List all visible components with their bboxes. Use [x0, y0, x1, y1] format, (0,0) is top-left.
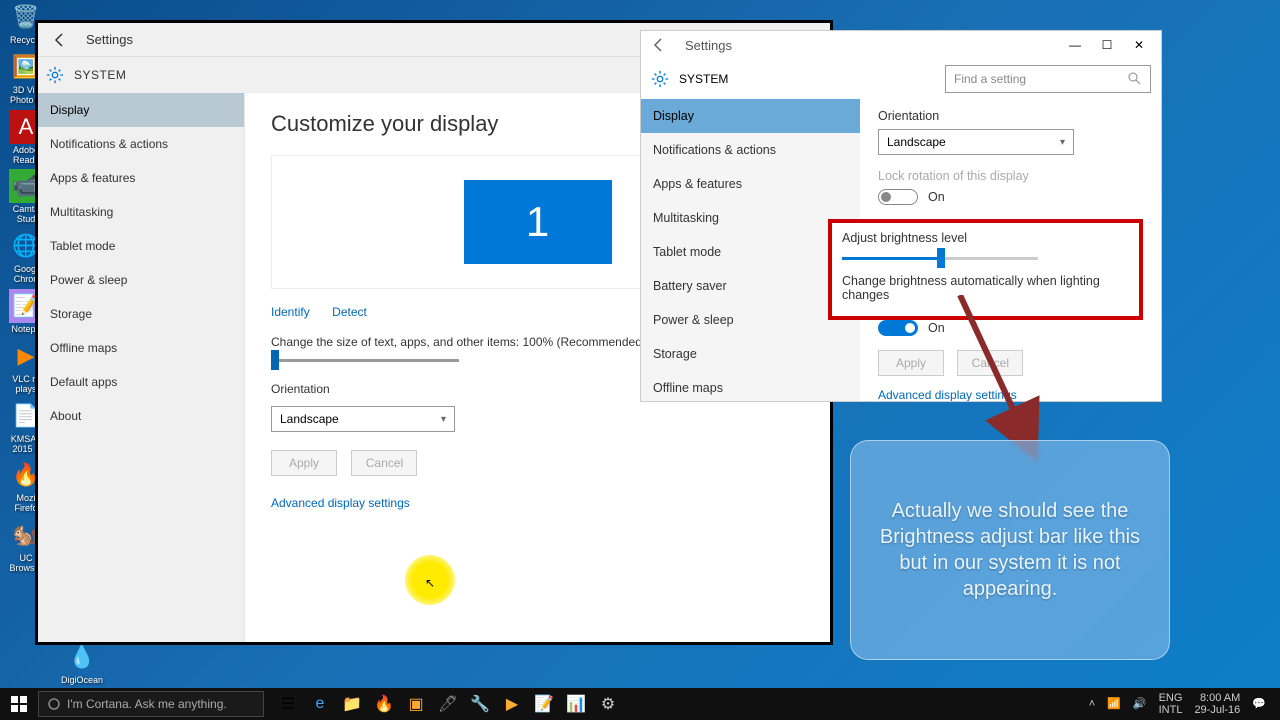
annotation-callout: Actually we should see the Brightness ad…: [850, 440, 1170, 660]
monitor-thumbnail[interactable]: 1: [464, 180, 612, 264]
tray-volume-icon[interactable]: 🔊: [1127, 698, 1153, 710]
slider-thumb[interactable]: [937, 248, 945, 268]
tray-lang-icon[interactable]: ENGINTL: [1153, 692, 1189, 716]
search-icon: [1128, 72, 1142, 86]
sidebar-item-default-apps[interactable]: Default apps: [38, 365, 244, 399]
cursor-icon: ↖: [425, 576, 435, 590]
gear-icon: [651, 70, 669, 88]
advanced-display-link[interactable]: Advanced display settings: [271, 496, 410, 510]
task-view-button[interactable]: ☰: [272, 688, 304, 720]
lock-rotation-toggle[interactable]: [878, 189, 918, 205]
orientation-select[interactable]: Landscape ▾: [878, 129, 1074, 155]
apply-button[interactable]: Apply: [271, 450, 337, 476]
sidebar-item-display[interactable]: Display: [38, 93, 244, 127]
apply-button[interactable]: Apply: [878, 350, 944, 376]
lock-rotation-state: On: [928, 190, 945, 204]
sidebar-item-storage[interactable]: Storage: [641, 337, 860, 371]
orientation-value: Landscape: [280, 412, 339, 426]
maximize-button[interactable]: ☐: [1091, 31, 1123, 59]
system-label: SYSTEM: [679, 72, 728, 86]
search-placeholder: I'm Cortana. Ask me anything.: [67, 697, 227, 711]
close-button[interactable]: ✕: [1123, 31, 1155, 59]
edge-app-icon[interactable]: e: [304, 688, 336, 720]
app-icon[interactable]: 🖊: [432, 688, 464, 720]
sidebar-item-notifications[interactable]: Notifications & actions: [38, 127, 244, 161]
cursor-highlight: ↖: [405, 555, 455, 605]
back-arrow-icon: [52, 32, 68, 48]
cortana-icon: [47, 697, 61, 711]
search-placeholder: Find a setting: [954, 72, 1026, 86]
settings-window-secondary: Settings — ☐ ✕ SYSTEM Find a setting Dis…: [640, 30, 1162, 402]
brightness-label: Adjust brightness level: [842, 231, 1129, 245]
app-icon[interactable]: 🔧: [464, 688, 496, 720]
chevron-down-icon: ▾: [1060, 137, 1065, 148]
back-arrow-icon: [651, 37, 667, 53]
cancel-button[interactable]: Cancel: [351, 450, 417, 476]
orientation-select[interactable]: Landscape ▾: [271, 406, 455, 432]
action-center-icon[interactable]: 💬: [1246, 698, 1272, 710]
sidebar-item-offline-maps[interactable]: Offline maps: [38, 331, 244, 365]
brightness-slider[interactable]: [842, 257, 1038, 260]
sidebar-item-apps[interactable]: Apps & features: [38, 161, 244, 195]
settings-app-icon[interactable]: ⚙: [592, 688, 624, 720]
back-button[interactable]: [647, 33, 671, 57]
app-icon[interactable]: ▶: [496, 688, 528, 720]
sidebar-item-tablet[interactable]: Tablet mode: [38, 229, 244, 263]
tray-chevron[interactable]: ˄: [1083, 698, 1101, 710]
app-icon[interactable]: ▣: [400, 688, 432, 720]
auto-brightness-state: On: [928, 321, 945, 335]
window-titlebar: Settings — ☐ ✕: [641, 31, 1161, 59]
annotation-text: Actually we should see the Brightness ad…: [875, 498, 1145, 602]
sidebar-item-storage[interactable]: Storage: [38, 297, 244, 331]
sidebar-item-notifications[interactable]: Notifications & actions: [641, 133, 860, 167]
identify-link[interactable]: Identify: [271, 305, 310, 319]
window-title: Settings: [685, 38, 732, 53]
firefox-app-icon[interactable]: 🔥: [368, 688, 400, 720]
gear-icon: [46, 66, 64, 84]
orientation-value: Landscape: [887, 135, 946, 149]
sidebar: Display Notifications & actions Apps & f…: [38, 93, 245, 642]
desktop-icon[interactable]: 💧DigiOcean: [60, 640, 104, 686]
tray-network-icon[interactable]: 📶: [1101, 698, 1127, 710]
start-button[interactable]: [0, 688, 38, 720]
detect-link[interactable]: Detect: [332, 305, 367, 319]
desktop-icons-column-2: 💧DigiOcean: [60, 640, 110, 690]
explorer-app-icon[interactable]: 📁: [336, 688, 368, 720]
back-button[interactable]: [48, 28, 72, 52]
orientation-label: Orientation: [878, 109, 1143, 123]
lock-rotation-label: Lock rotation of this display: [878, 169, 1143, 183]
windows-icon: [11, 696, 27, 712]
auto-brightness-toggle[interactable]: [878, 320, 918, 336]
app-icon[interactable]: 📊: [560, 688, 592, 720]
tray-clock[interactable]: 8:00 AM29-Jul-16: [1188, 692, 1246, 716]
cortana-search[interactable]: I'm Cortana. Ask me anything.: [38, 691, 264, 717]
sidebar-item-display[interactable]: Display: [641, 99, 860, 133]
system-label: SYSTEM: [74, 68, 126, 82]
minimize-button[interactable]: —: [1059, 31, 1091, 59]
chevron-down-icon: ▾: [441, 414, 446, 425]
sidebar-item-multitasking[interactable]: Multitasking: [38, 195, 244, 229]
taskbar: I'm Cortana. Ask me anything. ☰ e 📁 🔥 ▣ …: [0, 688, 1280, 720]
slider-thumb[interactable]: [271, 350, 279, 370]
find-setting-input[interactable]: Find a setting: [945, 65, 1151, 93]
sidebar-item-offline-maps[interactable]: Offline maps: [641, 371, 860, 401]
sidebar-item-apps[interactable]: Apps & features: [641, 167, 860, 201]
app-icon[interactable]: 📝: [528, 688, 560, 720]
sidebar-item-power[interactable]: Power & sleep: [38, 263, 244, 297]
scale-slider[interactable]: [271, 359, 459, 362]
sidebar-item-about[interactable]: About: [38, 399, 244, 433]
window-title: Settings: [86, 32, 133, 47]
